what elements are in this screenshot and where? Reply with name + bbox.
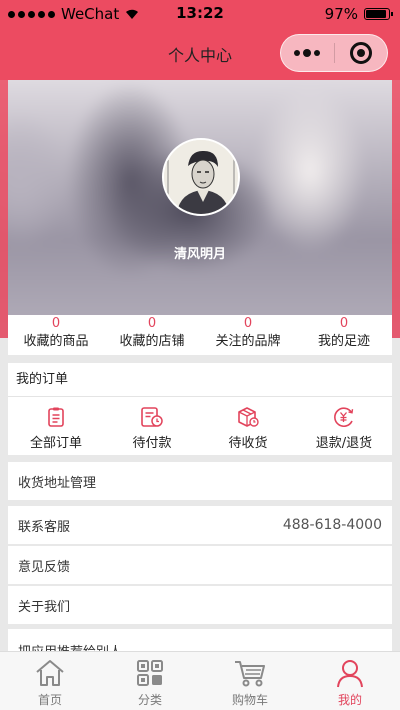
payment-pending-icon — [141, 407, 163, 427]
order-item-label: 退款/退货 — [315, 436, 373, 451]
header-edge-right — [392, 80, 400, 338]
stat-count: 0 — [147, 316, 157, 331]
stat-count: 0 — [51, 316, 61, 331]
user-icon — [337, 660, 363, 688]
more-dot-icon — [303, 49, 312, 57]
tab-category[interactable]: 分类 — [100, 652, 200, 710]
order-refund-button[interactable]: 退款/退货 — [296, 397, 392, 455]
feedback-item[interactable]: 意见反馈 — [8, 546, 392, 584]
tab-label: 购物车 — [231, 693, 268, 707]
tab-bar: 首页 分类 购物车 我的 — [0, 651, 400, 710]
menu-label: 联系客服 — [18, 519, 71, 535]
address-management-item[interactable]: 收货地址管理 — [8, 462, 392, 500]
order-pending-receipt-button[interactable]: 待收货 — [200, 397, 296, 455]
profile-header: 清风明月 — [0, 80, 400, 338]
username: 清风明月 — [173, 247, 226, 262]
battery-percent: 97% — [324, 5, 358, 23]
stat-count: 0 — [243, 316, 253, 331]
order-pending-payment-button[interactable]: 待付款 — [104, 397, 200, 455]
cart-icon — [235, 661, 265, 687]
package-icon — [238, 407, 259, 427]
order-item-label: 待付款 — [132, 436, 172, 451]
more-dot-icon — [294, 50, 301, 56]
about-us-item[interactable]: 关于我们 — [8, 586, 392, 624]
refund-icon — [334, 407, 354, 427]
my-orders-card: 我的订单 全部订单 待付款 待收货 退款/退货 — [8, 363, 392, 455]
nav-bar: 个人中心 — [0, 26, 400, 80]
stats-row: 0 收藏的商品 0 收藏的店铺 0 关注的品牌 0 我的足迹 — [8, 315, 392, 355]
order-all-button[interactable]: 全部订单 — [8, 397, 104, 455]
tab-label: 我的 — [337, 693, 362, 707]
stat-label: 我的足迹 — [317, 334, 370, 349]
tab-cart[interactable]: 购物车 — [200, 652, 300, 710]
order-item-label: 全部订单 — [29, 436, 82, 451]
battery-icon — [364, 8, 393, 20]
home-icon — [36, 660, 64, 686]
menu-label: 收货地址管理 — [18, 475, 97, 491]
tab-mine[interactable]: 我的 — [300, 652, 400, 710]
stat-favorite-goods[interactable]: 0 收藏的商品 — [8, 315, 104, 355]
battery-status: 97% — [324, 5, 393, 23]
clipboard-icon — [48, 407, 64, 427]
more-dot-icon — [314, 50, 321, 56]
battery-fill — [366, 10, 386, 18]
miniprogram-capsule — [280, 34, 388, 72]
stat-label: 收藏的商品 — [23, 334, 89, 349]
service-phone: 488-618-4000 — [282, 517, 382, 533]
target-icon — [349, 42, 372, 64]
tab-label: 首页 — [37, 693, 62, 707]
tab-label: 分类 — [137, 693, 162, 707]
stat-favorite-shops[interactable]: 0 收藏的店铺 — [104, 315, 200, 355]
customer-service-item[interactable]: 联系客服 488-618-4000 — [8, 506, 392, 544]
order-item-label: 待收货 — [228, 436, 268, 451]
menu-label: 关于我们 — [18, 599, 71, 615]
stat-label: 收藏的店铺 — [119, 334, 185, 349]
avatar[interactable] — [162, 138, 240, 216]
menu-label: 意见反馈 — [18, 559, 71, 575]
stat-followed-brands[interactable]: 0 关注的品牌 — [200, 315, 296, 355]
tab-home[interactable]: 首页 — [0, 652, 100, 710]
stat-label: 关注的品牌 — [215, 334, 281, 349]
category-icon — [137, 660, 163, 686]
header-edge-left — [0, 80, 8, 338]
order-status-row: 全部订单 待付款 待收货 退款/退货 — [8, 397, 392, 455]
more-menu-button[interactable] — [281, 49, 334, 57]
my-orders-title[interactable]: 我的订单 — [8, 363, 392, 397]
status-bar: WeChat 13:22 97% — [0, 0, 400, 26]
close-miniprogram-button[interactable] — [335, 42, 388, 64]
stat-count: 0 — [339, 316, 349, 331]
stat-footprints[interactable]: 0 我的足迹 — [296, 315, 392, 355]
